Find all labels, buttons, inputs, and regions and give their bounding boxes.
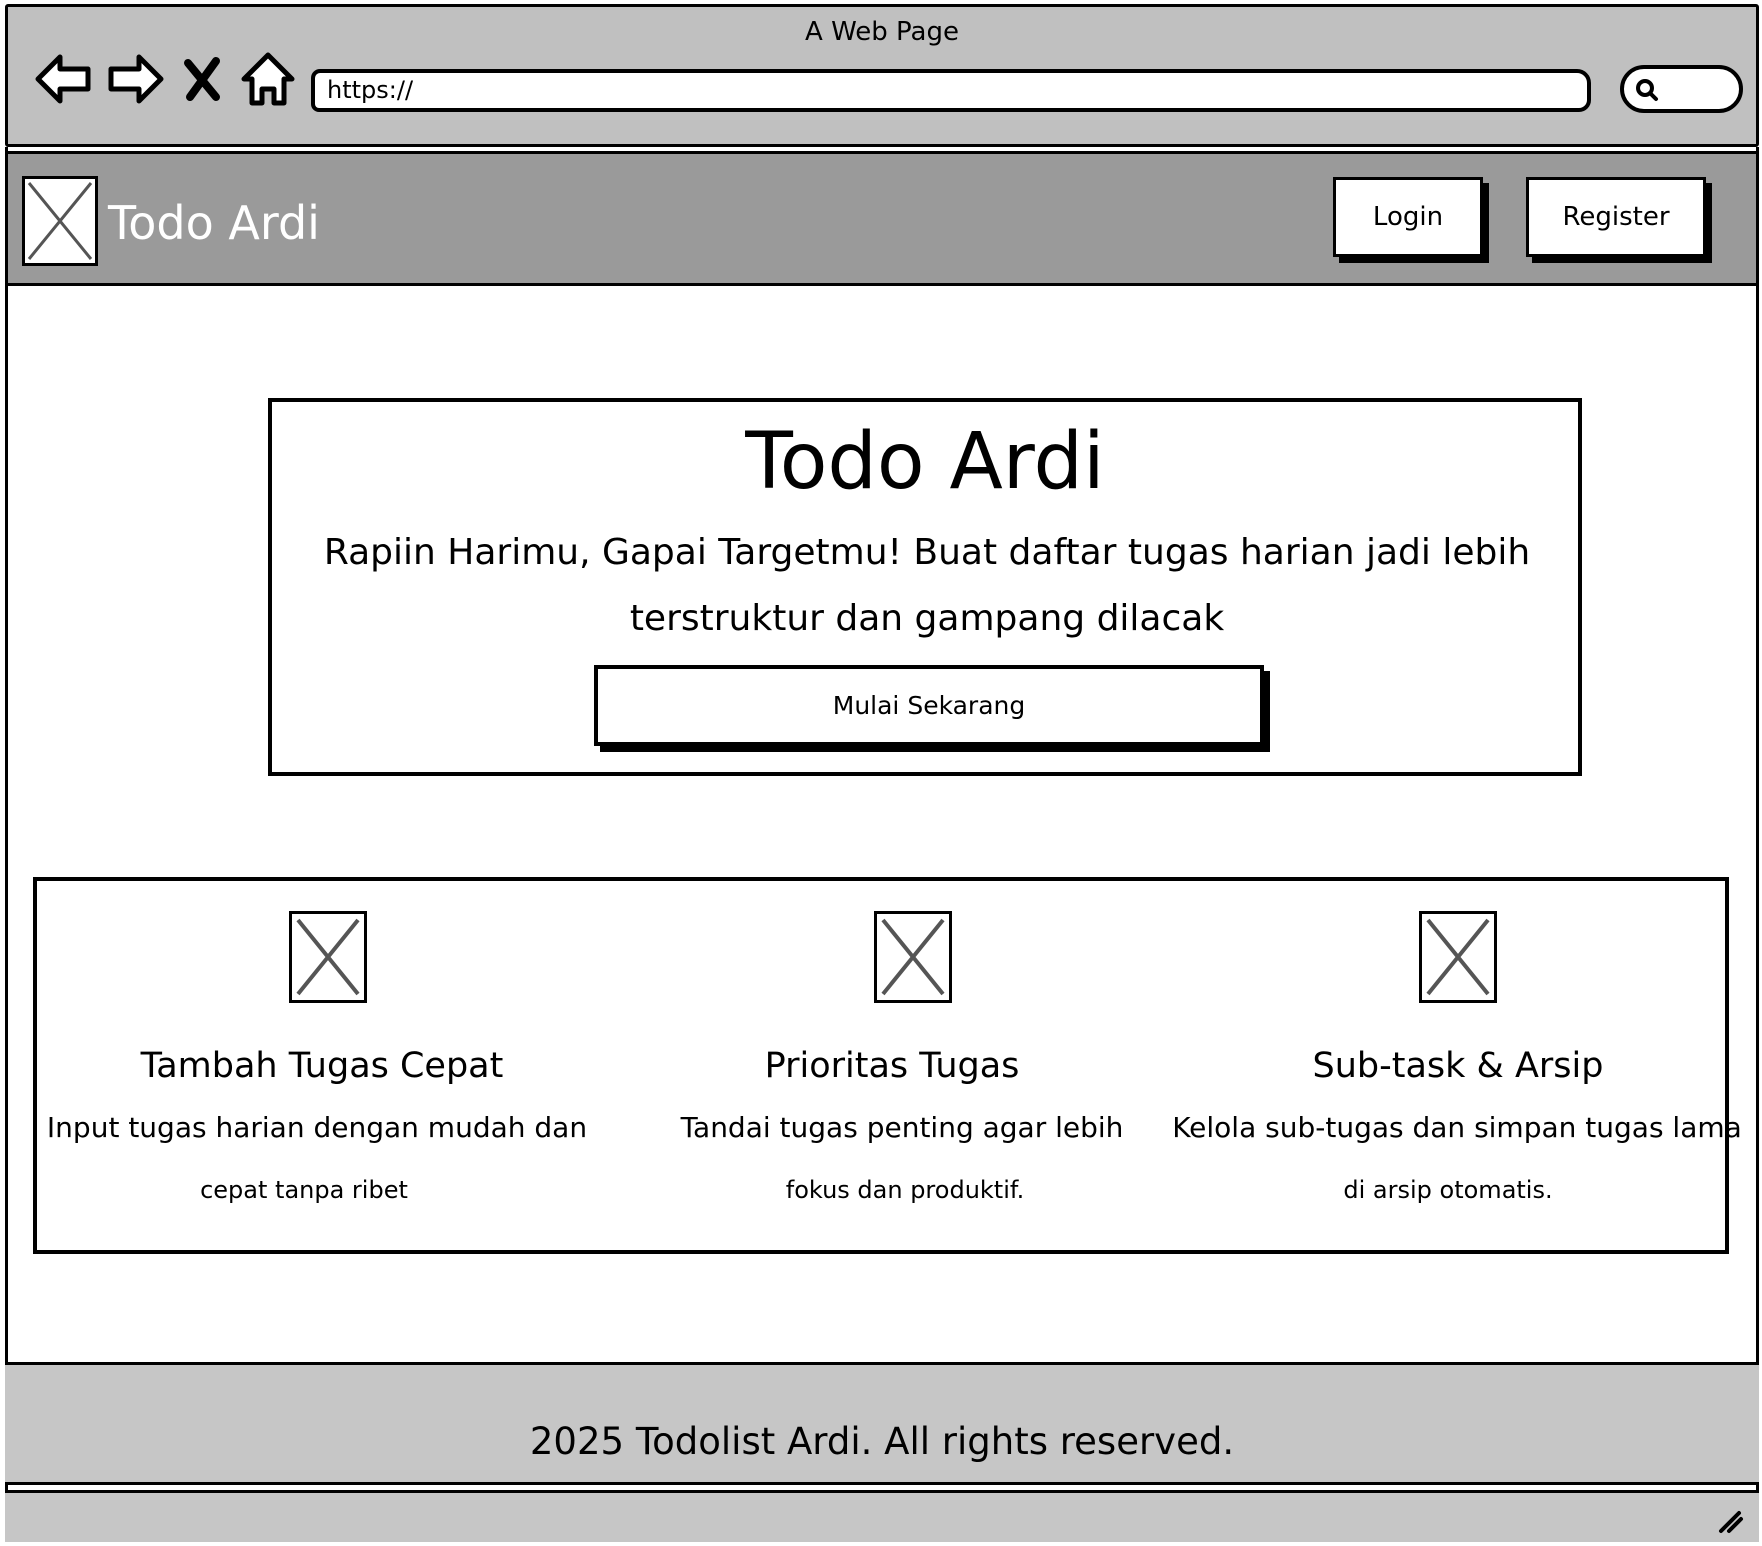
close-icon[interactable] xyxy=(178,47,226,111)
forward-arrow-icon[interactable] xyxy=(103,47,167,111)
features-section: Tambah Tugas Cepat Input tugas harian de… xyxy=(33,877,1742,1254)
register-button[interactable]: Register xyxy=(1526,177,1706,257)
back-arrow-icon[interactable] xyxy=(32,47,96,111)
browser-status-bar xyxy=(5,1490,1759,1542)
hero-subtitle-line: terstruktur dan gampang dilacak xyxy=(629,598,1225,639)
brand-name: Todo Ardi xyxy=(108,196,320,250)
browser-search-field[interactable] xyxy=(1620,65,1743,113)
feature-image-placeholder xyxy=(289,911,367,1003)
image-placeholder-icon xyxy=(296,918,360,996)
hero-title: Todo Ardi xyxy=(745,417,1105,507)
feature-title: Tambah Tugas Cepat xyxy=(140,1046,504,1086)
feature-description: di arsip otomatis. xyxy=(1343,1176,1553,1204)
feature-description: fokus dan produktif. xyxy=(785,1176,1025,1204)
feature-description: Tandai tugas penting agar lebih xyxy=(680,1111,1124,1144)
feature-title: Prioritas Tugas xyxy=(764,1046,1020,1086)
feature-card: Prioritas Tugas Tandai tugas penting aga… xyxy=(627,881,1187,1250)
image-placeholder-icon xyxy=(27,182,93,260)
browser-toolbar: A Web Page https:// xyxy=(5,4,1759,147)
hero-section: Todo Ardi Rapiin Harimu, Gapai Targetmu!… xyxy=(268,398,1582,776)
image-placeholder-icon xyxy=(1426,918,1490,996)
feature-card: Sub-task & Arsip Kelola sub-tugas dan si… xyxy=(1172,881,1742,1250)
resize-grip-icon[interactable] xyxy=(1715,1505,1745,1535)
home-icon[interactable] xyxy=(236,47,300,111)
feature-title: Sub-task & Arsip xyxy=(1312,1046,1604,1086)
hero-subtitle: Rapiin Harimu, Gapai Targetmu! Buat daft… xyxy=(322,520,1532,652)
start-now-button[interactable]: Mulai Sekarang xyxy=(594,665,1264,746)
feature-description: cepat tanpa ribet xyxy=(200,1176,408,1204)
login-button[interactable]: Login xyxy=(1333,177,1483,257)
footer: 2025 Todolist Ardi. All rights reserved. xyxy=(5,1362,1759,1485)
url-input[interactable]: https:// xyxy=(311,69,1591,112)
page-frame xyxy=(5,147,1759,1542)
feature-image-placeholder xyxy=(1419,911,1497,1003)
logo-image-placeholder xyxy=(22,176,98,266)
hero-subtitle-line: Rapiin Harimu, Gapai Targetmu! Buat daft… xyxy=(323,532,1531,573)
navbar: Todo Ardi Login Register xyxy=(5,151,1759,286)
feature-description: Input tugas harian dengan mudah dan xyxy=(46,1111,588,1144)
footer-copyright: 2025 Todolist Ardi. All rights reserved. xyxy=(529,1420,1235,1463)
feature-card: Tambah Tugas Cepat Input tugas harian de… xyxy=(37,881,597,1250)
image-placeholder-icon xyxy=(881,918,945,996)
search-icon xyxy=(1636,79,1658,101)
feature-description: Kelola sub-tugas dan simpan tugas lama xyxy=(1172,1111,1742,1144)
window-title: A Web Page xyxy=(805,17,959,47)
feature-image-placeholder xyxy=(874,911,952,1003)
